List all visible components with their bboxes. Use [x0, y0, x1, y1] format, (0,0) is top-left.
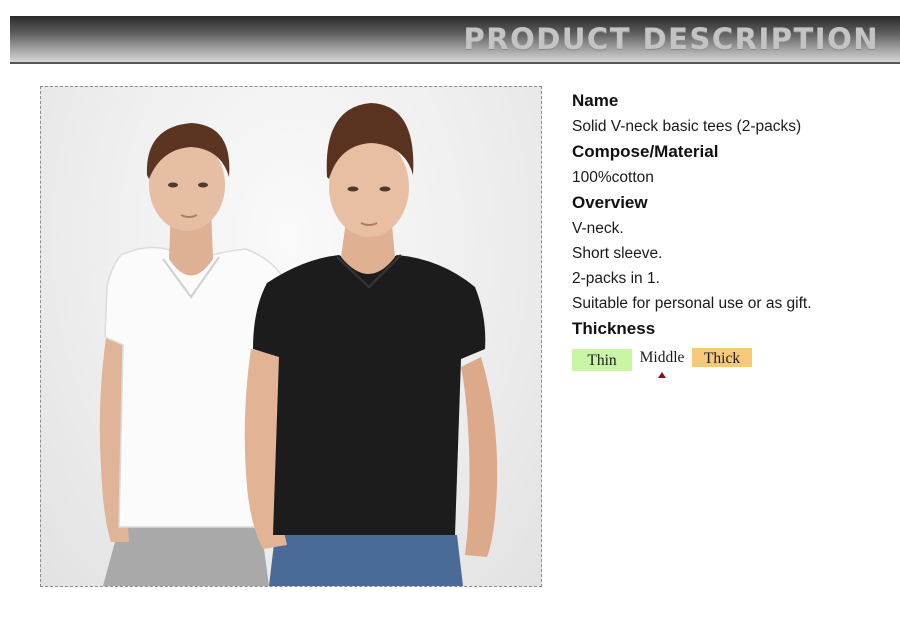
material-value: 100%cotton: [572, 169, 654, 186]
section-header-bar: PRODUCT DESCRIPTION: [10, 16, 900, 64]
thickness-middle: Middle: [632, 348, 692, 370]
thickness-thick: Thick: [692, 348, 752, 367]
material-heading: Compose/Material: [572, 142, 719, 161]
overview-line: Suitable for personal use or as gift.: [572, 295, 812, 312]
thickness-thin: Thin: [572, 349, 632, 371]
product-photo: [40, 86, 542, 587]
name-value: Solid V-neck basic tees (2-packs): [572, 118, 802, 135]
product-photo-illustration: [99, 103, 498, 586]
thickness-heading: Thickness: [572, 319, 656, 338]
overview-heading: Overview: [572, 193, 648, 212]
thickness-scale: Thin Middle Thick: [572, 348, 772, 378]
spec-panel: Name Solid V-neck basic tees (2-packs) C…: [572, 88, 882, 378]
section-title: PRODUCT DESCRIPTION: [463, 22, 879, 56]
thickness-indicator-icon: [658, 372, 666, 378]
overview-line: V-neck.: [572, 220, 624, 237]
overview-line: 2-packs in 1.: [572, 270, 660, 287]
name-heading: Name: [572, 91, 619, 110]
overview-line: Short sleeve.: [572, 245, 663, 262]
model-black-tee: [244, 103, 498, 586]
